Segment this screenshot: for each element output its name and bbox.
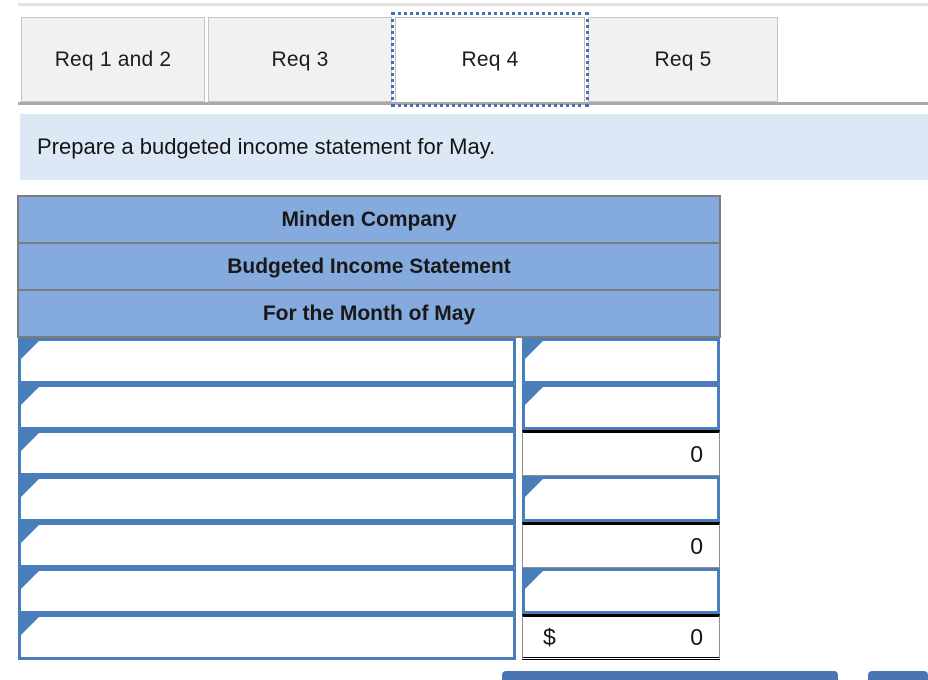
statement-header-cell: For the Month of May (16, 289, 722, 338)
line-item-cell (18, 430, 516, 476)
dropdown-caret-icon (21, 617, 39, 635)
amount-value: 0 (690, 623, 704, 650)
line-item-dropdown[interactable] (18, 476, 516, 522)
amount-cell (522, 568, 721, 614)
line-item-dropdown[interactable] (18, 338, 516, 384)
footer-button-1[interactable] (502, 671, 838, 680)
statement-header-row: Minden Company (16, 195, 722, 244)
amount-cell: 0 (522, 522, 721, 568)
net-amount-field[interactable]: $0 (522, 614, 721, 660)
amount-value: 0 (690, 440, 704, 467)
line-item-cell (18, 384, 516, 430)
amount-cell (522, 337, 721, 384)
tabstrip-baseline (18, 102, 928, 105)
budgeted-income-statement-table: Minden Company Budgeted Income Statement F… (16, 195, 722, 660)
amount-field[interactable]: 0 (522, 430, 721, 476)
statement-row: 0 (18, 522, 721, 568)
statement-header-cell: Budgeted Income Statement (16, 242, 722, 291)
tab-label: Req 4 (461, 47, 519, 71)
line-item-cell (18, 476, 516, 522)
top-divider (18, 3, 928, 6)
line-item-dropdown[interactable] (18, 384, 516, 430)
amount-cell (522, 384, 721, 430)
dropdown-caret-icon (21, 341, 39, 359)
statement-row (18, 476, 721, 522)
line-item-cell (18, 337, 516, 384)
amount-dropdown[interactable] (522, 338, 721, 384)
requirement-tabstrip: Req 1 and 2 Req 3 Req 4 Req 5 (0, 12, 928, 107)
line-item-cell (18, 568, 516, 614)
amount-cell (522, 476, 721, 522)
tab-req-3[interactable]: Req 3 (208, 17, 392, 102)
worksheet-page: Req 1 and 2 Req 3 Req 4 Req 5 Prepare a bud… (0, 0, 928, 680)
statement-row (18, 337, 721, 384)
line-item-dropdown[interactable] (18, 522, 516, 568)
statement-row (18, 384, 721, 430)
dropdown-caret-icon (21, 479, 39, 497)
tab-label: Req 3 (271, 47, 329, 71)
statement-header-cell: Minden Company (16, 195, 722, 244)
statement-row: 0 (18, 430, 721, 476)
amount-dropdown[interactable] (522, 384, 721, 430)
amount-dropdown[interactable] (522, 476, 721, 522)
line-item-dropdown[interactable] (18, 614, 516, 660)
footer-button-2[interactable] (868, 671, 928, 680)
tab-req-4[interactable]: Req 4 (395, 17, 585, 102)
dropdown-caret-icon (525, 387, 543, 405)
amount-field[interactable]: 0 (522, 522, 721, 568)
instruction-banner: Prepare a budgeted income statement for … (20, 114, 928, 180)
dropdown-caret-icon (21, 571, 39, 589)
dropdown-caret-icon (525, 341, 543, 359)
line-item-cell (18, 522, 516, 568)
dropdown-caret-icon (525, 479, 543, 497)
amount-dropdown[interactable] (522, 568, 721, 614)
line-item-cell (18, 614, 516, 660)
line-item-dropdown[interactable] (18, 568, 516, 614)
instruction-text: Prepare a budgeted income statement for … (37, 134, 496, 159)
statement-row: $0 (18, 614, 721, 660)
dropdown-caret-icon (21, 387, 39, 405)
line-item-dropdown[interactable] (18, 430, 516, 476)
tab-req-1-and-2[interactable]: Req 1 and 2 (21, 17, 205, 102)
statement-header-row: Budgeted Income Statement (16, 242, 722, 291)
tab-label: Req 1 and 2 (54, 47, 172, 71)
currency-symbol: $ (543, 623, 556, 650)
amount-cell: 0 (522, 430, 721, 476)
amount-value: 0 (690, 532, 704, 559)
amount-cell: $0 (522, 614, 721, 660)
tab-req-5[interactable]: Req 5 (588, 17, 778, 102)
statement-row (18, 568, 721, 614)
statement-header-row: For the Month of May (16, 289, 722, 338)
dropdown-caret-icon (21, 525, 39, 543)
dropdown-caret-icon (21, 433, 39, 451)
dropdown-caret-icon (525, 571, 543, 589)
tab-label: Req 5 (654, 47, 712, 71)
